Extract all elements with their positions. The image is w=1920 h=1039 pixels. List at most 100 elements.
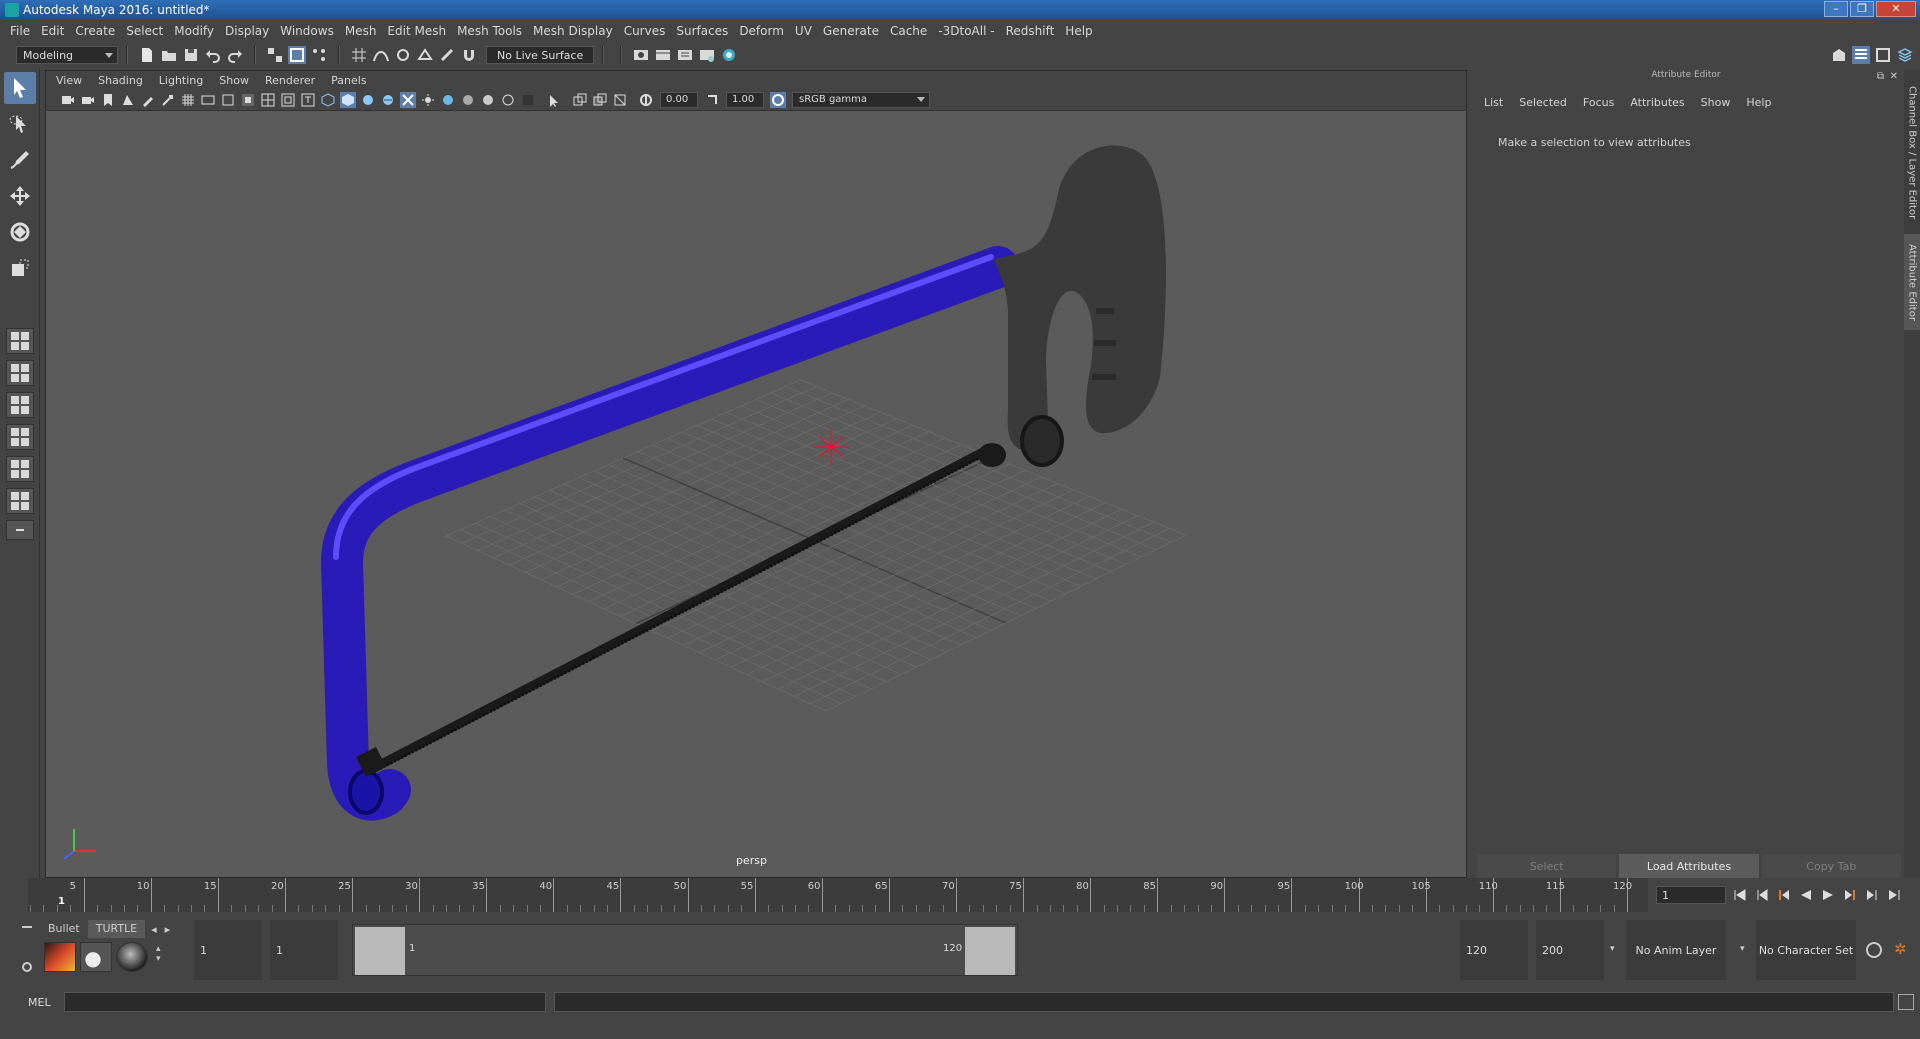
anim-layer-dropdown[interactable]: No Anim Layer [1626,920,1726,980]
select-by-component-icon[interactable] [310,46,328,64]
animation-end-field[interactable]: 200 [1536,920,1604,980]
viewport-panel[interactable]: View Shading Lighting Show Renderer Pane… [45,70,1467,878]
open-scene-icon[interactable] [160,46,178,64]
menuset-dropdown[interactable]: Modeling [16,46,118,64]
range-bar[interactable]: 1 120 [352,924,1018,976]
viewport-menu-view[interactable]: View [56,74,82,87]
scale-tool-icon[interactable] [4,252,36,284]
menu-uv[interactable]: UV [795,24,821,38]
play-backwards-icon[interactable] [1798,887,1814,903]
tab-channel-box-layer-editor[interactable]: Channel Box / Layer Editor [1904,78,1920,228]
attribute-editor-toggle-icon[interactable] [1852,46,1870,64]
menu-mesh[interactable]: Mesh [345,24,386,38]
menu-select[interactable]: Select [126,24,172,38]
persp-graph-layout-icon[interactable] [6,424,34,450]
current-frame-field[interactable]: 1 [1656,886,1726,904]
channel-box-icon[interactable] [1896,46,1914,64]
hypershade-icon[interactable] [720,46,738,64]
isolate-select-icon[interactable] [546,92,562,108]
smooth-shade-icon[interactable] [340,91,356,108]
undo-icon[interactable] [204,46,222,64]
use-all-lights-icon[interactable] [400,91,416,108]
grid-toggle-icon[interactable] [180,92,196,108]
viewport-menu-lighting[interactable]: Lighting [159,74,203,87]
playback-end-field[interactable]: 120 [1460,920,1528,980]
2d-pan-zoom-icon[interactable] [160,92,176,108]
image-plane-icon[interactable] [120,92,136,108]
step-forward-frame-icon[interactable] [1842,887,1858,903]
move-tool-icon[interactable] [4,180,36,212]
gamma-icon[interactable] [704,92,720,108]
shader-ball-icon[interactable] [116,942,148,972]
step-back-frame-icon[interactable] [1776,887,1792,903]
shelf-settings-gear-icon[interactable] [22,962,32,972]
ae-menu-selected[interactable]: Selected [1519,96,1567,109]
camera-attributes-icon[interactable] [80,92,96,108]
copy-tab-button[interactable]: Copy Tab [1761,854,1901,878]
render-settings-icon[interactable] [632,46,650,64]
wireframe-on-shaded-icon[interactable] [360,92,376,108]
redo-icon[interactable] [226,46,244,64]
ae-menu-help[interactable]: Help [1746,96,1771,109]
menu-edit-mesh[interactable]: Edit Mesh [387,24,455,38]
view-transform-dropdown[interactable]: sRGB gamma [792,91,930,108]
exposure-field[interactable]: 0.00 [660,91,698,108]
ae-menu-show[interactable]: Show [1701,96,1731,109]
restore-button[interactable]: ❐ [1850,1,1874,17]
outliner-layout-icon[interactable] [6,488,34,514]
menu-mesh-display[interactable]: Mesh Display [533,24,622,38]
menu-file[interactable]: File [10,24,39,38]
safe-title-icon[interactable] [300,92,316,108]
save-scene-icon[interactable] [182,46,200,64]
bookmark-icon[interactable] [100,92,116,108]
safe-action-icon[interactable] [280,92,296,108]
field-chart-icon[interactable] [260,92,276,108]
play-forwards-icon[interactable] [1820,887,1836,903]
menu-3dtoall[interactable]: -3DtoAll - [938,24,1003,38]
wireframe-icon[interactable] [320,92,336,108]
select-by-object-icon[interactable] [288,46,306,64]
menu-mesh-tools[interactable]: Mesh Tools [457,24,531,38]
shadows-icon[interactable] [420,92,436,108]
shelf-scroll-right-icon[interactable]: ▸ [165,923,171,936]
shelf-tab-bullet[interactable]: Bullet [40,920,88,938]
menu-curves[interactable]: Curves [624,24,675,38]
new-scene-icon[interactable] [138,46,156,64]
modeling-toolkit-icon[interactable] [1830,46,1848,64]
animation-preferences-icon[interactable]: ✲ [1894,940,1907,958]
select-tool-icon[interactable] [4,72,36,104]
script-editor-icon[interactable] [1898,994,1914,1010]
exposure-icon[interactable] [638,92,654,108]
single-perspective-layout-icon[interactable] [6,360,34,386]
multisample-aa-icon[interactable] [480,92,496,108]
persp-outliner-layout-icon[interactable] [6,392,34,418]
screen-space-ao-icon[interactable] [440,92,456,108]
menu-modify[interactable]: Modify [174,24,223,38]
step-forward-key-icon[interactable] [1864,887,1880,903]
make-live-icon[interactable] [438,46,456,64]
menu-deform[interactable]: Deform [739,24,793,38]
four-view-layout-icon[interactable] [6,328,34,354]
time-slider[interactable]: 5 10 15 20 25 30 35 40 45 50 55 60 65 70 75 80 85 90 95 100… [0,878,1920,914]
ipr-render-icon[interactable] [676,46,694,64]
chevron-down-icon[interactable]: ▾ [1740,944,1745,954]
select-button[interactable]: Select [1477,854,1617,878]
shelf-menu-icon[interactable] [22,926,32,928]
resolution-gate-icon[interactable] [220,92,236,108]
textured-icon[interactable] [380,92,396,108]
load-attributes-button[interactable]: Load Attributes [1619,854,1759,878]
grease-pencil-icon[interactable] [140,92,156,108]
step-back-key-icon[interactable] [1754,887,1770,903]
gate-mask-icon[interactable] [240,92,256,108]
viewport-menu-show[interactable]: Show [219,74,249,87]
menu-cache[interactable]: Cache [890,24,936,38]
menu-redshift[interactable]: Redshift [1006,24,1064,38]
film-gate-icon[interactable] [200,92,216,108]
hypershade-layout-icon[interactable] [6,456,34,482]
menu-create[interactable]: Create [75,24,124,38]
menu-help[interactable]: Help [1065,24,1101,38]
float-panel-icon[interactable]: ⧉ [1877,71,1884,82]
select-by-hierarchy-icon[interactable] [266,46,284,64]
depth-of-field-icon[interactable] [500,92,516,108]
lasso-tool-icon[interactable] [4,108,36,140]
